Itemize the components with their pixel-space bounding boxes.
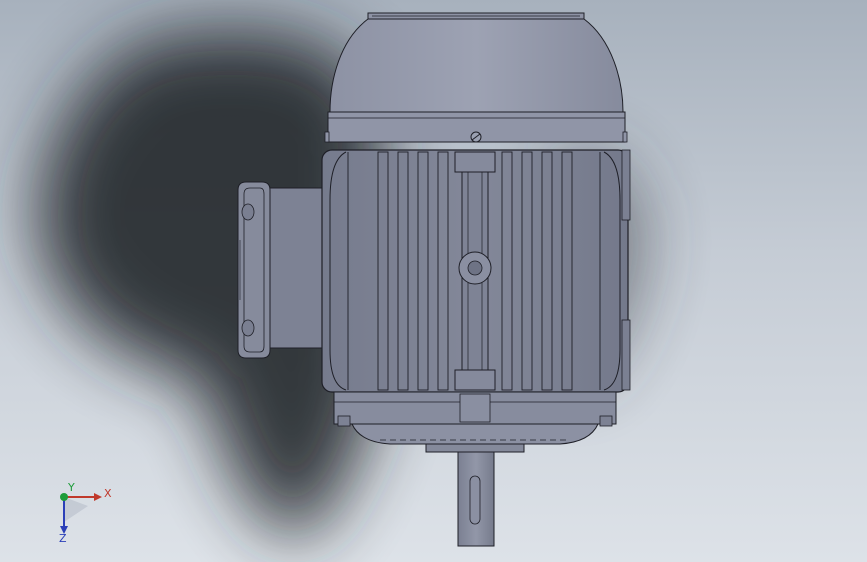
z-axis-label: Z [59,532,67,545]
keyway [469,475,481,525]
y-axis-dot [60,493,68,501]
x-axis-label: X [104,487,112,500]
end-shield[interactable] [333,391,617,453]
reference-triad: X Y Z [59,481,112,545]
shaft[interactable] [457,451,495,547]
model-scene[interactable]: X Y Z [0,0,867,562]
graphics-viewport[interactable]: X Y Z [0,0,867,562]
fan-cover[interactable] [324,12,628,143]
stator-housing[interactable] [321,149,631,393]
y-axis-label: Y [67,481,75,494]
